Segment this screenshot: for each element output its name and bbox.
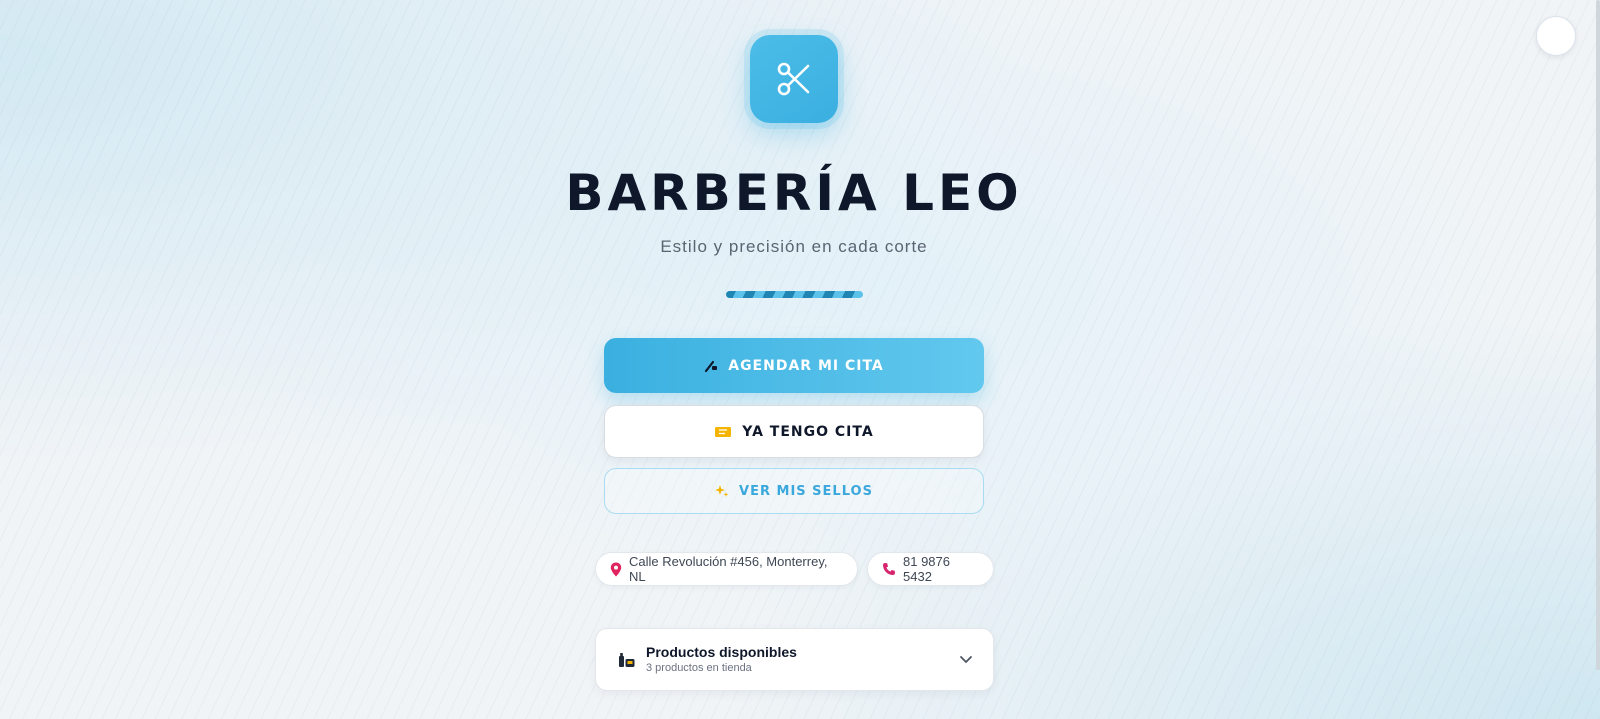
brand-tagline: Estilo y precisión en cada corte xyxy=(660,237,928,256)
view-stamps-label: VER MIS SELLOS xyxy=(739,483,873,499)
page-scrollbar[interactable] xyxy=(1596,0,1600,670)
scissors-icon xyxy=(774,59,814,99)
book-appointment-label: AGENDAR MI CITA xyxy=(728,357,884,374)
pin-icon xyxy=(610,562,622,577)
phone-icon xyxy=(882,562,896,576)
have-appointment-label: YA TENGO CITA xyxy=(742,423,874,440)
phone-chip[interactable]: 81 9876 5432 xyxy=(867,552,994,586)
decorative-stripe-bar xyxy=(726,291,863,298)
products-accordion[interactable]: Productos disponibles 3 productos en tie… xyxy=(595,628,994,691)
address-chip[interactable]: Calle Revolución #456, Monterrey, NL xyxy=(595,552,858,586)
book-appointment-button[interactable]: AGENDAR MI CITA xyxy=(604,338,984,393)
view-stamps-button[interactable]: VER MIS SELLOS xyxy=(604,468,984,514)
razor-icon xyxy=(704,359,718,373)
ticket-icon xyxy=(714,426,732,438)
address-text: Calle Revolución #456, Monterrey, NL xyxy=(629,554,828,584)
products-subtitle: 3 productos en tienda xyxy=(646,662,752,674)
products-text: Productos disponibles 3 productos en tie… xyxy=(646,644,959,675)
have-appointment-button[interactable]: YA TENGO CITA xyxy=(604,405,984,458)
theme-toggle-button[interactable] xyxy=(1536,16,1576,56)
brand-title: BARBERÍA LEO xyxy=(565,164,1023,222)
sparkles-icon xyxy=(715,484,729,498)
products-icon xyxy=(618,652,636,668)
phone-text: 81 9876 5432 xyxy=(903,554,950,584)
chevron-down-icon[interactable] xyxy=(959,655,973,664)
products-title: Productos disponibles xyxy=(646,644,797,660)
moon-icon xyxy=(1549,29,1563,43)
brand-logo xyxy=(750,35,838,123)
